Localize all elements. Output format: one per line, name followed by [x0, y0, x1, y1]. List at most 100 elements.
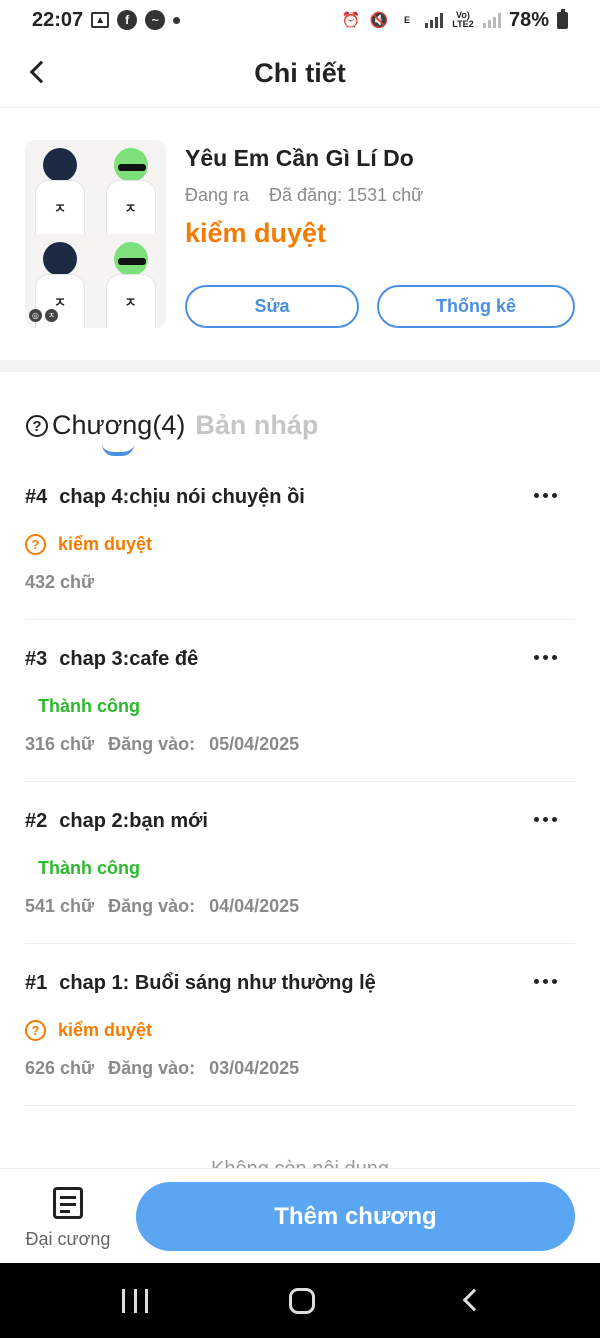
gallery-icon: ▲ [91, 12, 110, 28]
chapter-status-label: Thành công [38, 858, 140, 878]
cover-panel: ㅈ ◎ ㅈ [25, 234, 96, 328]
chapter-list: #4 chap 4:chịu nói chuyện ồi ? kiểm duyệ… [25, 458, 575, 1106]
chapter-status-label: kiểm duyệt [58, 1020, 153, 1040]
cover-glasses [117, 258, 146, 265]
chapter-meta: 541 chữ Đăng vào: 04/04/2025 [25, 896, 299, 917]
chapter-title: chap 3:cafe đê [59, 648, 199, 670]
mute-icon: 🔇 [369, 12, 389, 29]
volte-icon: Vo) LTE2 [452, 10, 474, 29]
cover-logo-icon: ㅈ [124, 295, 137, 310]
cover-glasses [117, 164, 146, 171]
chapter-word-count: 626 chữ [25, 1058, 95, 1078]
chapter-title-row: #2 chap 2:bạn mới [25, 810, 208, 833]
chapter-status: Thành công [38, 858, 140, 879]
outline-button[interactable]: Đại cương [20, 1183, 116, 1253]
chapter-number: #2 [25, 810, 48, 832]
story-word-count: Đã đăng: 1531 chữ [269, 185, 424, 205]
chapter-word-count: 316 chữ [25, 734, 95, 754]
system-back-icon[interactable] [462, 1288, 486, 1312]
chapter-number: #4 [25, 486, 48, 508]
chapter-title: chap 2:bạn mới [59, 810, 208, 832]
cover-logo-icon: ㅈ [54, 201, 66, 216]
chapter-status: Thành công [38, 696, 140, 717]
story-state: Đang ra [185, 185, 250, 205]
chapter-posted-date: 04/04/2025 [209, 896, 300, 916]
chapter-status: ? kiểm duyệt [25, 1020, 152, 1041]
home-icon[interactable] [289, 1288, 315, 1314]
story-card: ㅈ ㅈ ㅈ ◎ ㅈ ㅈ Yêu Em Cần Gì Lí Do Đang ra … [0, 108, 600, 360]
cover-logo-icon: ㅈ [54, 295, 66, 310]
chapter-item[interactable]: #2 chap 2:bạn mới Thành công 541 chữ Đăn… [25, 782, 575, 944]
chapter-number: #1 [25, 972, 48, 994]
battery-level: 78% [508, 8, 549, 31]
story-review-status: kiểm duyệt [185, 218, 327, 248]
tab-drafts[interactable]: Bản nháp [195, 402, 318, 441]
chapter-meta: 432 chữ [25, 572, 94, 593]
edit-button[interactable]: Sửa [185, 285, 359, 328]
story-cover-image[interactable]: ㅈ ㅈ ㅈ ◎ ㅈ ㅈ [25, 140, 166, 328]
chapter-word-count: 541 chữ [25, 896, 95, 916]
chapter-status-label: kiểm duyệt [58, 534, 153, 554]
chapter-title: chap 4:chịu nói chuyện ồi [59, 486, 305, 508]
chapter-title-row: #3 chap 3:cafe đê [25, 648, 198, 671]
cover-logo-icon: ㅈ [124, 201, 137, 216]
tab-chapters-label: Chương(4) [52, 410, 186, 440]
header: Chi tiết [0, 40, 600, 108]
help-icon[interactable]: ? [26, 415, 48, 437]
signal-icon [424, 12, 443, 28]
tab-chapters[interactable]: Chương(4) [52, 402, 186, 456]
cover-panel: ㅈ [95, 234, 166, 328]
facebook-icon: f [117, 10, 138, 30]
chapter-item[interactable]: #4 chap 4:chịu nói chuyện ồi ? kiểm duyệ… [25, 458, 575, 620]
chapter-posted-label: Đăng vào: [108, 734, 196, 754]
status-time: 22:07 [32, 8, 84, 31]
question-circle-icon: ? [25, 1020, 46, 1041]
chapter-posted-date: 05/04/2025 [209, 734, 300, 754]
status-left: 22:07 ▲ f ~ [32, 8, 181, 32]
chapter-item[interactable]: #1 chap 1: Buổi sáng như thường lệ ? kiể… [25, 944, 575, 1106]
chapter-status-label: Thành công [38, 696, 140, 716]
add-chapter-button[interactable]: Thêm chương [136, 1182, 575, 1251]
signal-2-icon [482, 12, 501, 28]
chapter-posted-label: Đăng vào: [108, 1058, 196, 1078]
bottom-action-bar: Đại cương Thêm chương [0, 1168, 600, 1263]
question-circle-icon: ? [25, 534, 46, 555]
alarm-icon: ⏰ [341, 12, 361, 29]
chapter-word-count: 432 chữ [25, 572, 95, 592]
more-options-icon[interactable] [527, 804, 563, 834]
chapter-title: chap 1: Buổi sáng như thường lệ [59, 972, 376, 994]
outline-note-icon [53, 1187, 83, 1219]
statistics-button[interactable]: Thống kê [377, 285, 575, 328]
more-options-icon[interactable] [527, 966, 563, 996]
notification-dot-icon [173, 16, 181, 24]
chapter-posted-label: Đăng vào: [108, 896, 196, 916]
chapter-status: ? kiểm duyệt [25, 534, 152, 555]
cover-badge-icon: ㅈ [45, 309, 58, 322]
cover-panel: ㅈ [25, 140, 96, 234]
more-options-icon[interactable] [527, 480, 563, 510]
tab-active-indicator [102, 444, 134, 456]
recent-apps-icon[interactable] [122, 1289, 148, 1313]
chapter-number: #3 [25, 648, 48, 670]
chapter-title-row: #1 chap 1: Buổi sáng như thường lệ [25, 972, 376, 995]
messenger-icon: ~ [145, 10, 166, 30]
chapter-posted-date: 03/04/2025 [209, 1058, 300, 1078]
page-title: Chi tiết [254, 58, 346, 88]
more-options-icon[interactable] [527, 642, 563, 672]
battery-icon [557, 8, 568, 29]
system-nav-bar [0, 1263, 600, 1338]
cover-figure-head [43, 148, 77, 182]
cover-figure-head [43, 242, 77, 276]
status-right: ⏰ 🔇 E Vo) LTE2 78% [341, 8, 568, 32]
cover-badge-icon: ◎ [29, 309, 42, 322]
chapter-title-row: #4 chap 4:chịu nói chuyện ồi [25, 486, 305, 509]
story-title: Yêu Em Cần Gì Lí Do [185, 145, 414, 171]
section-divider [0, 360, 600, 372]
tab-bar: ? Chương(4) Bản nháp [26, 402, 318, 462]
chapter-meta: 626 chữ Đăng vào: 03/04/2025 [25, 1058, 299, 1079]
chapter-meta: 316 chữ Đăng vào: 05/04/2025 [25, 734, 299, 755]
data-e-icon: E [403, 14, 410, 25]
cover-panel: ㅈ [95, 140, 166, 234]
chapter-item[interactable]: #3 chap 3:cafe đê Thành công 316 chữ Đăn… [25, 620, 575, 782]
story-meta: Đang ra Đã đăng: 1531 chữ [185, 185, 423, 206]
